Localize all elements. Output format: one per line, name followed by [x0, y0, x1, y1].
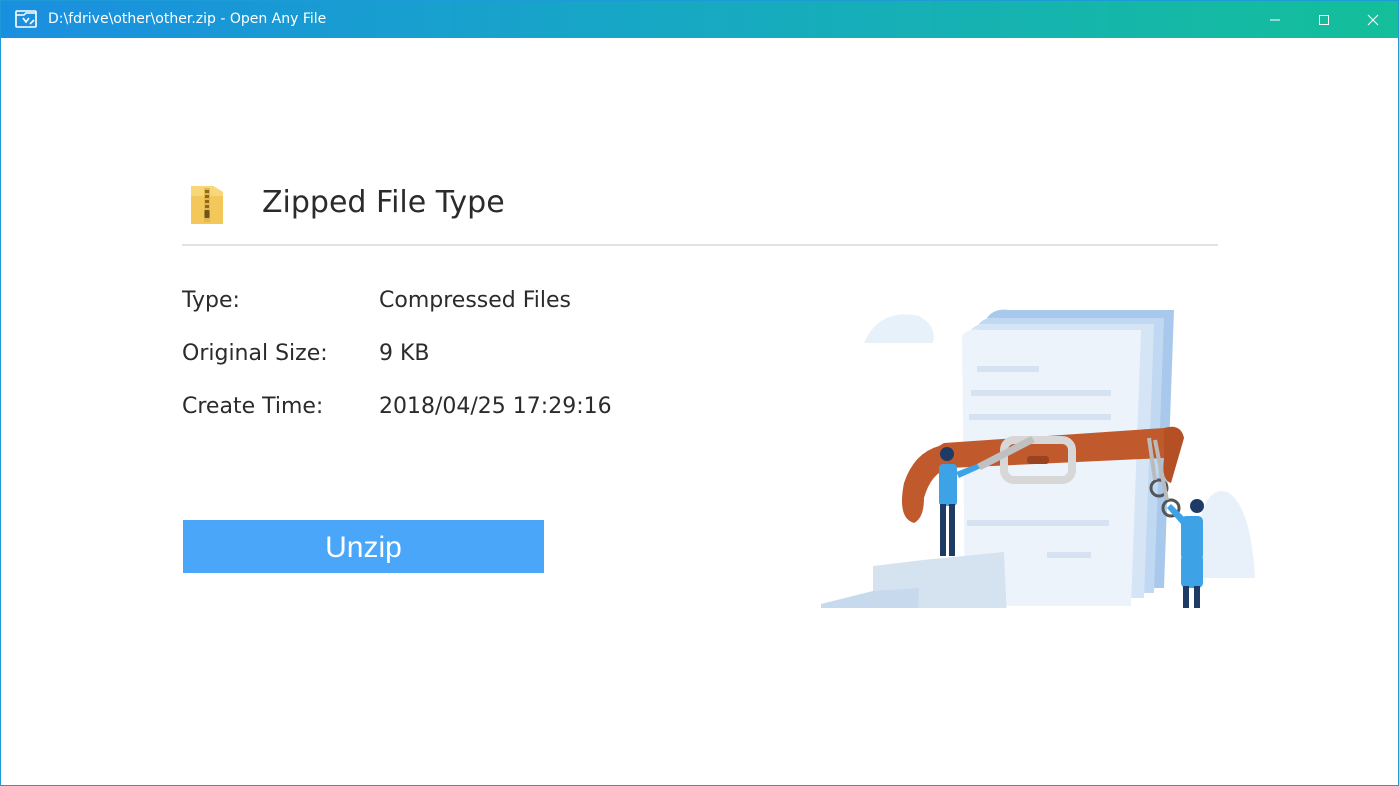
- file-type-heading: Zipped File Type: [262, 185, 505, 220]
- create-time-value: 2018/04/25 17:29:16: [379, 394, 612, 419]
- page-line: [1047, 552, 1091, 558]
- title-bar[interactable]: D:\fdrive\other\other.zip - Open Any Fil…: [1, 1, 1398, 38]
- compressed-document-illustration: [821, 309, 1255, 608]
- app-icon: [15, 10, 37, 28]
- content-area: Zipped File Type Type: Compressed Files …: [1, 38, 1398, 785]
- create-time-label: Create Time:: [182, 394, 324, 419]
- type-value: Compressed Files: [379, 288, 572, 313]
- belt-hole: [1027, 456, 1049, 464]
- page-line: [977, 366, 1039, 372]
- minimize-icon: [1270, 19, 1280, 20]
- unzip-button[interactable]: Unzip: [183, 520, 544, 573]
- maximize-icon: [1319, 14, 1329, 25]
- page-line: [971, 390, 1111, 396]
- belt-tail: [1163, 426, 1184, 483]
- original-size-value: 9 KB: [379, 341, 430, 366]
- cloud-shape: [864, 314, 934, 343]
- close-icon: [1367, 14, 1379, 25]
- original-size-label: Original Size:: [182, 341, 328, 366]
- maximize-button[interactable]: [1301, 1, 1347, 38]
- minimize-button[interactable]: [1252, 1, 1298, 38]
- app-window: D:\fdrive\other\other.zip - Open Any Fil…: [0, 0, 1399, 786]
- zip-folder-icon: [191, 186, 223, 224]
- page-line: [967, 520, 1109, 526]
- page-line: [969, 414, 1111, 420]
- window-title: D:\fdrive\other\other.zip - Open Any Fil…: [48, 11, 327, 27]
- close-button[interactable]: [1350, 1, 1396, 38]
- divider: [182, 244, 1218, 246]
- step-lower: [821, 588, 919, 608]
- type-label: Type:: [182, 288, 240, 313]
